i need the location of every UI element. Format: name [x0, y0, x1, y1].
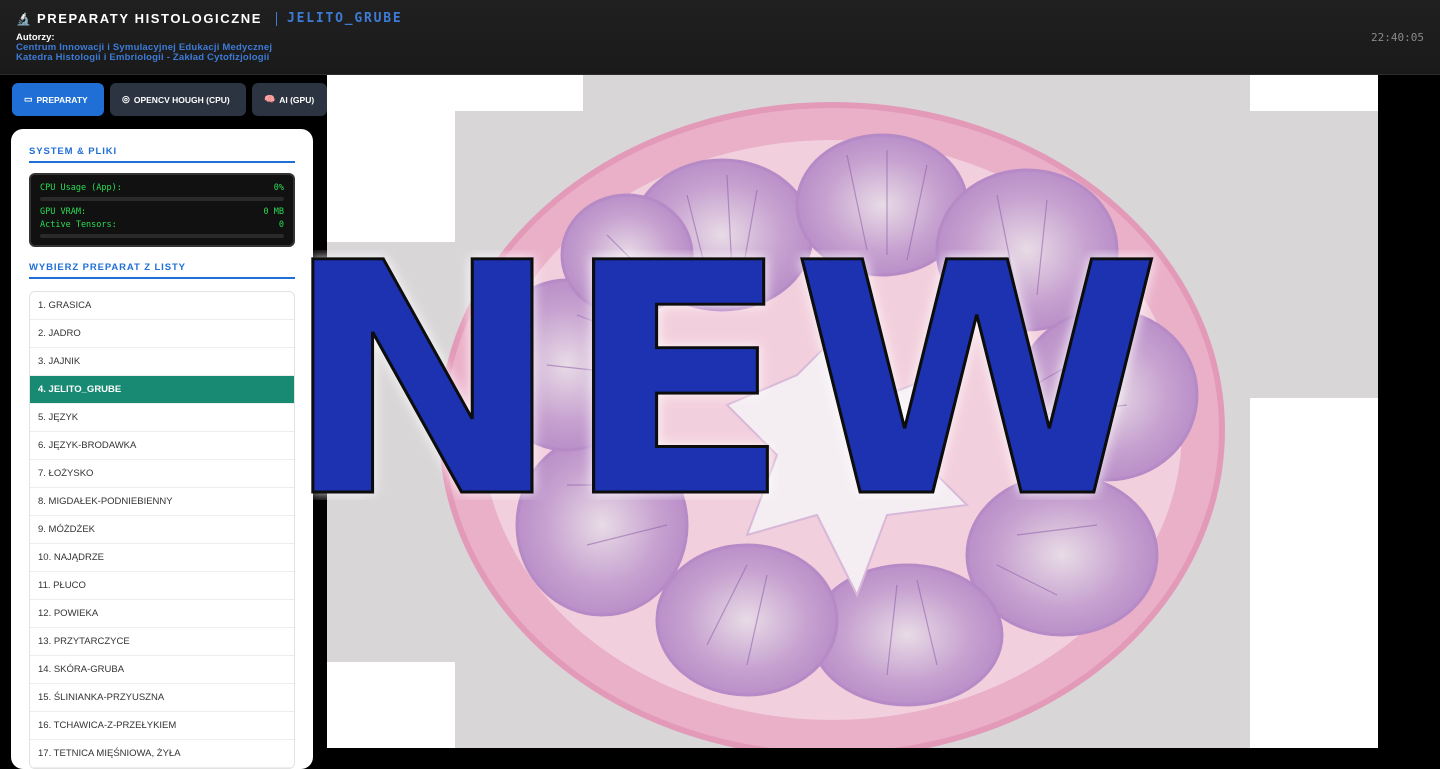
slide-list-item[interactable]: 15. ŚLINIANKA-PRZYUSZNA	[30, 684, 294, 712]
target-icon: ◎	[122, 94, 130, 104]
slide-list-item[interactable]: 16. TCHAWICA-Z-PRZEŁYKIEM	[30, 712, 294, 740]
gpu-vram-row: GPU VRAM: 0 MB	[40, 207, 284, 217]
slide-list-item[interactable]: 7. ŁOŻYSKO	[30, 460, 294, 488]
slide-viewer[interactable]	[327, 75, 1378, 748]
active-tensors-row: Active Tensors: 0	[40, 220, 284, 230]
slide-list-item[interactable]: 5. JĘZYK	[30, 404, 294, 432]
slide-list: 1. GRASICA 2. JADRO 3. JAJNIK 4. JELITO_GRU…	[29, 291, 295, 769]
gpu-vram-value: 0 MB	[263, 207, 284, 217]
cpu-usage-row: CPU Usage (App): 0%	[40, 183, 284, 193]
title-separator	[276, 11, 278, 26]
slide-list-item[interactable]: 1. GRASICA	[30, 292, 294, 320]
cpu-usage-value: 0%	[273, 183, 284, 193]
slide-list-title: WYBIERZ PREPARAT Z LISTY	[29, 262, 295, 279]
authors-block: Autorzy: Centrum Innowacji i Symulacyjne…	[16, 33, 272, 63]
mode-tabs: ▭ PREPARATY ◎ OPENCV HOUGH (CPU) 🧠 AI (G…	[12, 83, 327, 116]
tab-preparaty[interactable]: ▭ PREPARATY	[12, 83, 104, 116]
current-slide-name: JELITO_GRUBE	[287, 11, 403, 26]
tab-opencv-hough[interactable]: ◎ OPENCV HOUGH (CPU)	[110, 83, 246, 116]
slide-list-item[interactable]: 17. TETNICA MIĘŚNIOWA, ŻYŁA	[30, 740, 294, 768]
slide-list-item[interactable]: 11. PŁUCO	[30, 572, 294, 600]
slide-list-item[interactable]: 13. PRZYTARCZYCE	[30, 628, 294, 656]
tab-label: AI (GPU)	[279, 94, 315, 105]
brain-icon: 🧠	[264, 94, 276, 104]
cpu-usage-bar	[40, 197, 284, 201]
cpu-usage-label: CPU Usage (App):	[40, 183, 122, 193]
slides-icon: ▭	[24, 94, 33, 104]
tab-label: PREPARATY	[36, 94, 88, 105]
slide-list-item[interactable]: 9. MÓŻDŻEK	[30, 516, 294, 544]
slide-list-item[interactable]: 8. MIGDAŁEK-PODNIEBIENNY	[30, 488, 294, 516]
author-line: Katedra Histologii i Embriologii - Zakła…	[16, 52, 270, 63]
slide-list-item[interactable]: 14. SKÓRA-GRUBA	[30, 656, 294, 684]
active-tensors-label: Active Tensors:	[40, 220, 117, 230]
tab-ai-gpu[interactable]: 🧠 AI (GPU)	[252, 83, 327, 116]
gpu-vram-label: GPU VRAM:	[40, 207, 87, 217]
title-row: 🔬 PREPARATY HISTOLOGICZNE JELITO_GRUBE	[16, 11, 403, 26]
slide-list-item[interactable]: 2. JADRO	[30, 320, 294, 348]
system-section-title: SYSTEM & PLIKI	[29, 146, 295, 163]
active-tensors-value: 0	[278, 220, 284, 230]
tab-label: OPENCV HOUGH (CPU)	[133, 94, 230, 105]
viewer-right-edge	[1378, 75, 1440, 748]
microscope-icon: 🔬	[16, 11, 31, 26]
tensors-bar	[40, 234, 284, 238]
tissue-section-image	[439, 102, 1225, 748]
slide-list-item[interactable]: 3. JAJNIK	[30, 348, 294, 376]
slide-list-item[interactable]: 6. JĘZYK-BRODAWKA	[30, 432, 294, 460]
slide-list-item[interactable]: 4. JELITO_GRUBE	[30, 376, 294, 404]
slide-list-item[interactable]: 10. NAJĄDRZE	[30, 544, 294, 572]
clock: 22:40:05	[1371, 31, 1424, 44]
app-header: 🔬 PREPARATY HISTOLOGICZNE JELITO_GRUBE A…	[0, 0, 1440, 75]
app-title: PREPARATY HISTOLOGICZNE	[36, 11, 263, 26]
sidebar-panel: SYSTEM & PLIKI CPU Usage (App): 0% GPU V…	[11, 129, 313, 769]
slide-list-item[interactable]: 12. POWIEKA	[30, 600, 294, 628]
system-monitor: CPU Usage (App): 0% GPU VRAM: 0 MB Activ…	[29, 173, 295, 247]
